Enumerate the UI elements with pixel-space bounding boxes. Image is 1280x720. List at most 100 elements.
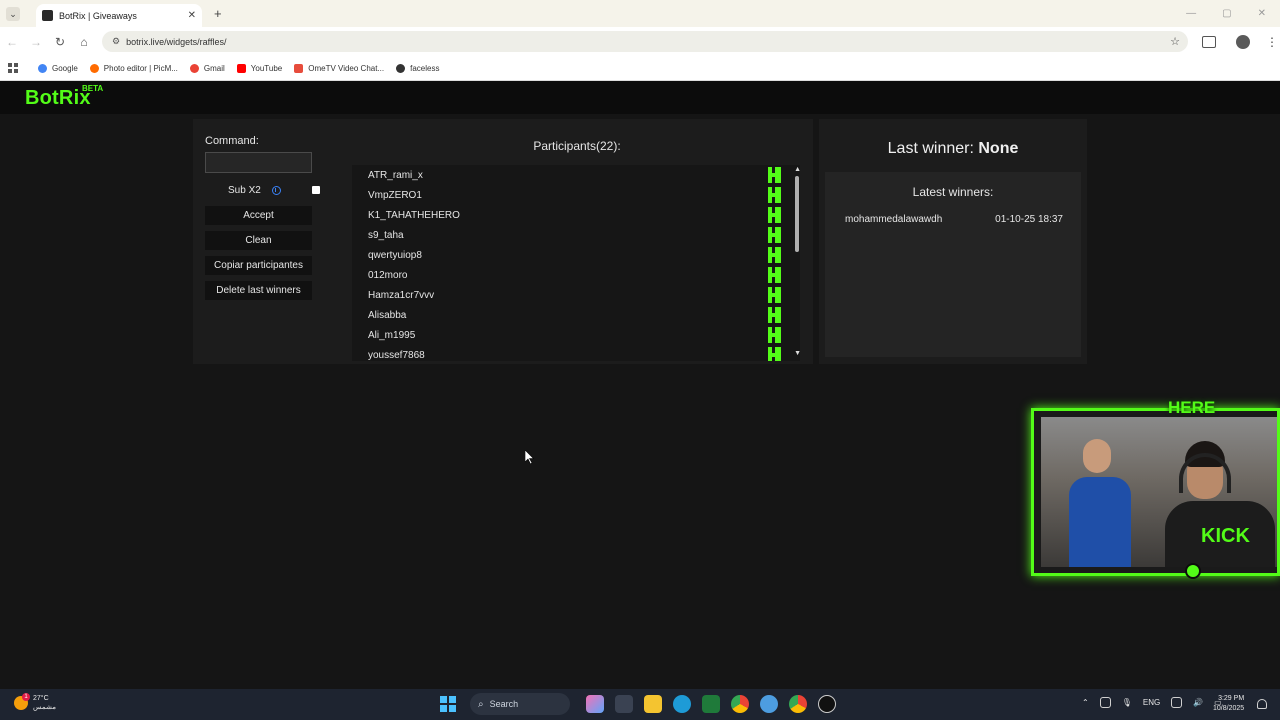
delete-last-winners-button[interactable]: Delete last winners — [205, 281, 312, 300]
participant-name: 012moro — [368, 269, 408, 281]
participant-name: s9_taha — [368, 229, 404, 241]
participant-name: ATR_rami_x — [368, 169, 423, 181]
participant-row[interactable]: youssef7868 — [352, 345, 800, 361]
new-tab-button[interactable]: + — [214, 6, 222, 21]
ometv-icon — [294, 63, 304, 73]
participant-row[interactable]: VmpZERO1 — [352, 185, 800, 205]
language-indicator[interactable]: ENG — [1143, 698, 1160, 707]
reload-button[interactable]: ↻ — [48, 35, 72, 49]
kick-icon — [768, 347, 781, 361]
participants-list[interactable]: ATR_rami_x VmpZERO1 K1_TAHATHEHERO s9_tahaq… — [352, 165, 800, 361]
youtube-icon — [236, 63, 246, 73]
participants-title: Participants(22): — [533, 139, 621, 153]
maximize-button[interactable]: ▢ — [1222, 8, 1231, 19]
network-icon[interactable] — [1171, 697, 1183, 708]
system-tray: ⌃ 🎙 ENG 🔊 ▭ — [1082, 697, 1222, 708]
tab-search-button[interactable]: ⌄ — [6, 6, 20, 21]
tab-close-button[interactable]: ✕ — [188, 10, 196, 21]
edge-icon[interactable] — [672, 695, 691, 713]
omnibox[interactable]: ⚙ botrix.live/widgets/raffles/ ☆ — [102, 31, 1188, 52]
accept-button[interactable]: Accept — [205, 206, 312, 225]
bookmark-picsart[interactable]: Photo editor | PicM... — [89, 63, 178, 73]
participant-row[interactable]: Ali_m1995 — [352, 325, 800, 345]
volume-icon[interactable]: 🔊 — [1193, 698, 1203, 707]
taskbar-search[interactable]: ⌕ Search — [470, 693, 570, 715]
taskbar-center: ⌕ Search — [440, 693, 841, 715]
profile-avatar[interactable] — [1236, 34, 1250, 49]
participant-row[interactable]: qwertyuiop8 — [352, 245, 800, 265]
chrome-profile-icon[interactable] — [788, 695, 807, 713]
minimize-button[interactable]: — — [1186, 8, 1196, 19]
kick-icon — [768, 167, 781, 183]
obs-icon[interactable] — [817, 695, 836, 713]
url-text[interactable]: botrix.live/widgets/raffles/ — [126, 37, 1170, 47]
scrollbar-thumb[interactable] — [795, 176, 799, 252]
copilot-icon[interactable] — [585, 695, 604, 713]
sub-x2-row: Sub X2 — [205, 183, 320, 197]
picsart-icon — [89, 63, 99, 73]
command-input[interactable] — [205, 152, 312, 173]
copy-participants-button[interactable]: Copiar participantes — [205, 256, 312, 275]
participant-row[interactable]: s9_taha — [352, 225, 800, 245]
window-controls: — ▢ ✕ — [1186, 8, 1266, 19]
site-header: BotRix BETA — [0, 81, 1280, 114]
start-button-icon[interactable] — [440, 696, 456, 712]
tray-overflow-icon[interactable]: ⌃ — [1082, 698, 1089, 707]
raffle-panel: Command: Sub X2 Accept Clean Copiar part… — [193, 119, 813, 364]
last-winner-heading: Last winner: None — [819, 140, 1087, 158]
chrome-icon[interactable] — [730, 695, 749, 713]
file-explorer-icon[interactable] — [643, 695, 662, 713]
site-info-icon[interactable]: ⚙ — [112, 36, 120, 47]
bookmark-faceless[interactable]: faceless — [396, 63, 439, 73]
cam-status-icon — [1185, 563, 1201, 579]
scroll-up-arrow-icon[interactable]: ▲ — [794, 166, 801, 173]
tab-botrix[interactable]: BotRix | Giveaways ✕ — [36, 4, 202, 27]
sub-x2-checkbox[interactable] — [312, 186, 320, 194]
kick-icon — [768, 267, 781, 283]
last-winner-label: Last winner: — [887, 140, 974, 157]
participant-name: Ali_m1995 — [368, 329, 416, 341]
sub-x2-label: Sub X2 — [228, 184, 261, 196]
home-button[interactable]: ⌂ — [72, 35, 96, 49]
notifications-bell-icon[interactable] — [1257, 699, 1267, 709]
botrix-logo[interactable]: BotRix — [25, 87, 91, 110]
bookmark-label: Photo editor | PicM... — [103, 63, 178, 73]
participant-name: K1_TAHATHEHERO — [368, 209, 460, 221]
clean-button[interactable]: Clean — [205, 231, 312, 250]
browser-menu-icon[interactable]: ⋮ — [1266, 35, 1278, 49]
beta-badge: BETA — [82, 84, 104, 93]
bookmark-google[interactable]: Google — [38, 63, 78, 73]
clock[interactable]: 3:29 PM 10/8/2025 — [1213, 694, 1244, 714]
info-icon[interactable] — [271, 185, 281, 195]
forward-button[interactable]: → — [24, 35, 48, 49]
kick-icon — [768, 207, 781, 223]
participant-row[interactable]: Hamza1cr7vvv — [352, 285, 800, 305]
onedrive-icon[interactable] — [1099, 697, 1111, 708]
participant-row[interactable]: K1_TAHATHEHERO — [352, 205, 800, 225]
participant-row[interactable]: Alisabba — [352, 305, 800, 325]
bookmark-star-icon[interactable]: ☆ — [1170, 35, 1180, 48]
webcam-video: KICK — [1041, 417, 1277, 567]
bookmark-youtube[interactable]: YouTube — [236, 63, 282, 73]
store-app-icon[interactable] — [701, 695, 720, 713]
bookmark-ometv[interactable]: OmeTV Video Chat... — [294, 63, 384, 73]
participant-name: youssef7868 — [368, 349, 425, 361]
here-badge: HERE — [1168, 398, 1216, 417]
back-button[interactable]: ← — [0, 35, 24, 49]
kick-icon — [768, 247, 781, 263]
participant-row[interactable]: ATR_rami_x — [352, 165, 800, 185]
bookmark-gmail[interactable]: Gmail — [189, 63, 225, 73]
extensions-icon[interactable] — [1202, 35, 1216, 48]
participant-row[interactable]: 012moro — [352, 265, 800, 285]
task-view-icon[interactable] — [614, 695, 633, 713]
apps-grid-icon[interactable] — [8, 63, 18, 73]
streamer-guest — [1069, 439, 1131, 567]
scroll-down-arrow-icon[interactable]: ▼ — [794, 350, 801, 357]
close-window-button[interactable]: ✕ — [1258, 8, 1266, 19]
webcam-overlay: KICK HERE — [1031, 398, 1280, 580]
weather-widget[interactable]: 1 27°C مشمس — [14, 693, 56, 712]
bookmark-label: Gmail — [203, 63, 225, 73]
browser-app-icon[interactable] — [759, 695, 778, 713]
microphone-icon[interactable]: 🎙 — [1122, 698, 1132, 707]
participant-name: VmpZERO1 — [368, 189, 422, 201]
